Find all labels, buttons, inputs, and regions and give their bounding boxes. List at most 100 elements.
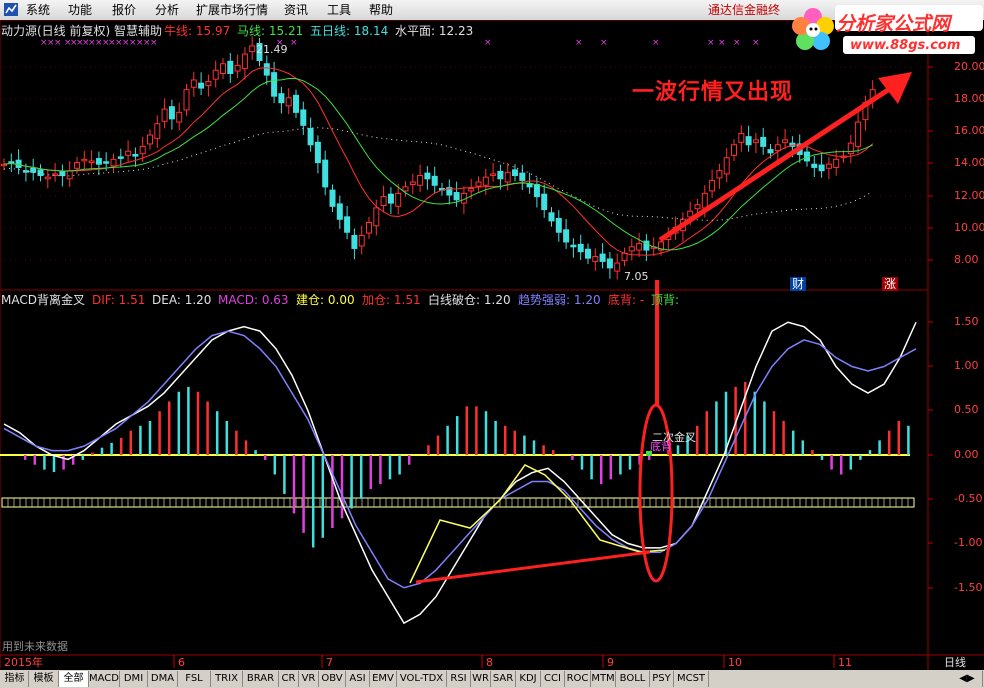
candle-body [285, 97, 292, 107]
candle-body [570, 244, 577, 248]
menu-function[interactable]: 功能 [68, 2, 92, 18]
candle-body [468, 188, 475, 192]
candle-body [147, 134, 153, 145]
indicator-tab-mcst[interactable]: MCST [674, 671, 709, 687]
price-tick-label: 20.00 [954, 60, 984, 73]
indicator-tab-wr[interactable]: WR [471, 671, 491, 687]
candle-body [168, 106, 175, 120]
signal-marker: × [150, 38, 158, 48]
future-data-note: 用到未来数据 [2, 640, 68, 653]
menu-extended-market[interactable]: 扩展市场行情 [196, 2, 268, 18]
candle-body [716, 170, 723, 179]
signal-marker: × [484, 38, 492, 48]
candle-body [30, 167, 37, 173]
candle-body [855, 121, 862, 147]
macd-legend-item: 底背: - [608, 293, 644, 307]
macd-legend-item: 白线破仓: 1.20 [428, 293, 511, 307]
finance-badge[interactable]: 财 [790, 277, 807, 291]
indicator-tab-指标[interactable]: 指标 [1, 671, 29, 687]
indicator-tab-模板[interactable]: 模板 [29, 671, 59, 687]
candle-body [132, 153, 139, 157]
candle-body [220, 63, 226, 74]
macd-legend-name: 底背: [608, 293, 637, 307]
candle-body [782, 139, 789, 143]
indicator-tab-psy[interactable]: PSY [650, 671, 674, 687]
indicator-tab-trix[interactable]: TRIX [211, 671, 243, 687]
price-legend-item: 五日线: 18.14 [310, 24, 388, 38]
indicator-tab-vr[interactable]: VR [299, 671, 319, 687]
candle-body [52, 173, 59, 176]
indicator-tab-obv[interactable]: OBV [319, 671, 346, 687]
trend-arrow-head [878, 72, 912, 104]
candle-body [110, 158, 117, 167]
menu-help[interactable]: 帮助 [369, 2, 393, 18]
candle-body [95, 158, 102, 165]
candle-body [344, 216, 351, 233]
macd-tick-label: 0.50 [954, 403, 979, 416]
menu-analysis[interactable]: 分析 [155, 2, 179, 18]
indicator-tab-dmi[interactable]: DMI [120, 671, 148, 687]
indicator-tab-macd[interactable]: MACD [89, 671, 120, 687]
indicator-tab-mtm[interactable]: MTM [591, 671, 616, 687]
chart-canvas: ×××××××××××××××××××××××××××××× [0, 19, 984, 670]
indicator-tab-cci[interactable]: CCI [541, 671, 565, 687]
indicator-tab-asi[interactable]: ASI [346, 671, 370, 687]
candle-body [293, 94, 299, 113]
candle-body [176, 111, 183, 123]
indicator-tab-sar[interactable]: SAR [491, 671, 516, 687]
candle-body [44, 176, 51, 180]
logo-text: 分析家公式网 [836, 13, 951, 35]
macd-legend-name: 趋势强弱: [518, 293, 571, 307]
candle-body [519, 172, 526, 181]
app-menu-icon[interactable] [4, 3, 18, 16]
logo-url: www.88gs.com [850, 38, 961, 53]
candle-body [738, 132, 745, 143]
limit-up-badge[interactable]: 涨 [882, 277, 899, 291]
indicator-tab-boll[interactable]: BOLL [616, 671, 650, 687]
menu-tools[interactable]: 工具 [327, 2, 351, 18]
candle-body [278, 93, 285, 104]
macd-legend-item: DIF: 1.51 [92, 293, 145, 307]
candle-body [366, 222, 372, 234]
indicator-tab-rsi[interactable]: RSI [447, 671, 471, 687]
macd-legend-item: 顶背: [651, 293, 679, 307]
menu-news[interactable]: 资讯 [284, 2, 308, 18]
candle-body [307, 128, 314, 146]
menu-system[interactable]: 系统 [26, 2, 50, 18]
dea-line [3, 330, 917, 589]
candle-body [701, 192, 708, 209]
tdx-terminal-link[interactable]: 通达信金融终 [708, 2, 780, 18]
price-legend-name: 水平面: [395, 24, 436, 38]
candle-body [825, 163, 832, 169]
indicator-tab-emv[interactable]: EMV [370, 671, 397, 687]
candle-body [723, 157, 730, 175]
price-legend-item: 牛线: 15.97 [164, 24, 230, 38]
indicator-tab-fsl[interactable]: FSL [178, 671, 211, 687]
price-tick-label: 16.00 [954, 124, 984, 137]
candle-body [234, 64, 241, 72]
macd-legend-name: DIF: [92, 293, 115, 307]
candle-body [358, 234, 365, 247]
candle-body [752, 139, 759, 143]
tab-scroll-arrows[interactable]: ◀▶ [952, 671, 983, 687]
candle-body [694, 204, 701, 210]
indicator-tab-brar[interactable]: BRAR [243, 671, 279, 687]
candle-body [417, 175, 424, 186]
indicator-tab-全部[interactable]: 全部 [59, 671, 89, 687]
indicator-tab-roc[interactable]: ROC [565, 671, 591, 687]
indicator-tab-kdj[interactable]: KDJ [516, 671, 541, 687]
indicator-tab-dma[interactable]: DMA [148, 671, 178, 687]
candle-body [387, 193, 394, 204]
menu-quote[interactable]: 报价 [112, 2, 136, 18]
signal-marker: × [575, 38, 583, 48]
indicator-tab-cr[interactable]: CR [279, 671, 299, 687]
candle-body [373, 207, 380, 227]
macd-legend-name: DEA: [152, 293, 181, 307]
indicator-tab-vol-tdx[interactable]: VOL-TDX [397, 671, 447, 687]
time-tick-label: 11 [838, 656, 852, 669]
candle-body [490, 173, 497, 176]
price-legend-value: 12.23 [438, 24, 474, 38]
candle-body [424, 172, 431, 180]
macd-legend-value: - [639, 293, 645, 307]
time-tick-label: 2015年 [4, 656, 43, 669]
